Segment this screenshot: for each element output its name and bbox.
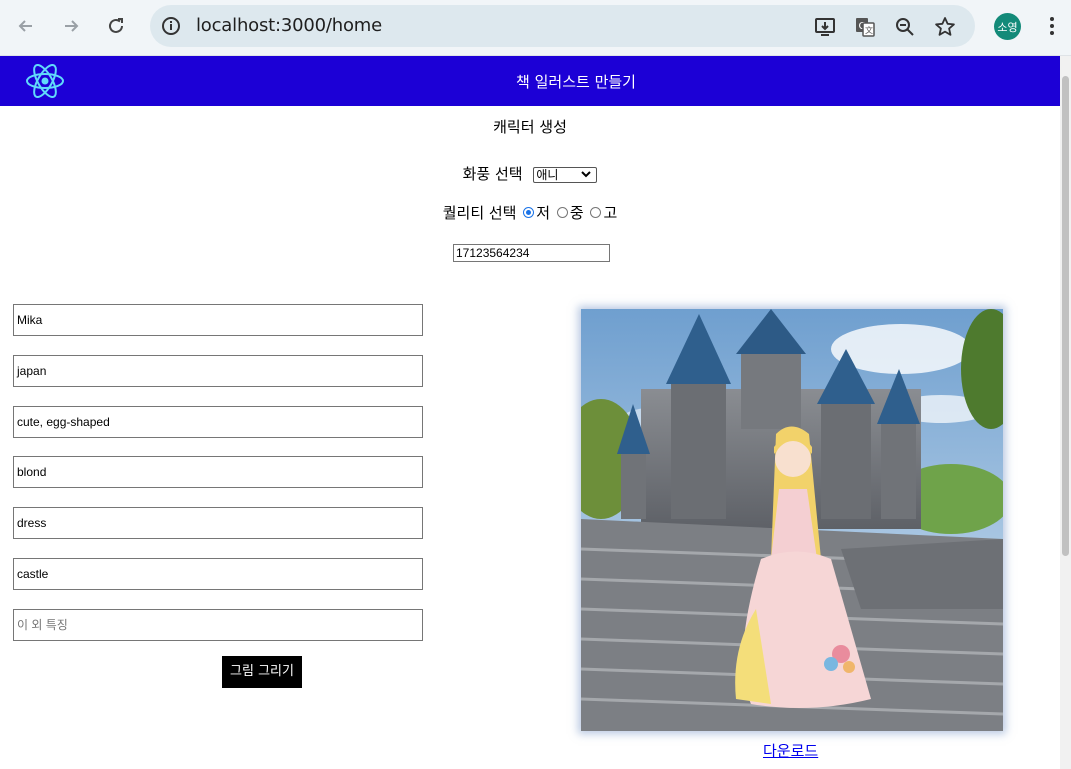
site-info-icon[interactable]: [160, 15, 182, 37]
app-header: 책 일러스트 만들기: [0, 56, 1060, 106]
reload-button[interactable]: [102, 12, 130, 40]
translate-icon[interactable]: G 文: [853, 15, 877, 39]
style-select[interactable]: 애니: [533, 166, 598, 183]
seed-input[interactable]: 17123564234: [453, 244, 610, 262]
style-select-row: 화풍 선택 애니: [0, 163, 1060, 184]
address-bar[interactable]: localhost:3000/home G 文: [150, 5, 975, 47]
scrollbar-thumb[interactable]: [1062, 76, 1069, 556]
quality-option-low: 저: [536, 204, 551, 222]
chevron-down-icon: [581, 169, 592, 183]
page-content: 책 일러스트 만들기 캐릭터 생성 화풍 선택 애니 퀄리티 선택 저 중 고 …: [0, 56, 1060, 769]
character-origin-input[interactable]: japan: [13, 355, 423, 387]
browser-toolbar: localhost:3000/home G 文: [0, 0, 1071, 56]
extra-features-input[interactable]: 이 외 특징: [13, 609, 423, 641]
profile-avatar[interactable]: 소영: [994, 13, 1021, 40]
section-title: 캐릭터 생성: [493, 118, 567, 136]
bookmark-star-icon[interactable]: [933, 15, 957, 39]
character-name-input[interactable]: Mika: [13, 304, 423, 336]
app-title: 책 일러스트 만들기: [516, 73, 636, 91]
more-vert-icon: [1050, 17, 1054, 35]
install-app-icon[interactable]: [813, 15, 837, 39]
back-button[interactable]: [12, 12, 40, 40]
character-appearance-input[interactable]: cute, egg-shaped: [13, 406, 423, 438]
forward-button[interactable]: [57, 12, 85, 40]
quality-select-row: 퀄리티 선택 저 중 고: [0, 202, 1060, 223]
character-hair-input[interactable]: blond: [13, 456, 423, 488]
url-text[interactable]: localhost:3000/home: [196, 15, 382, 36]
character-background-input[interactable]: castle: [13, 558, 423, 590]
quality-radio-low[interactable]: [523, 207, 535, 218]
character-clothing-input[interactable]: dress: [13, 507, 423, 539]
draw-button[interactable]: 그림 그리기: [222, 656, 302, 688]
reload-icon: [109, 18, 123, 33]
arrow-left-icon: [18, 20, 32, 32]
quality-radio-high[interactable]: [590, 207, 602, 218]
generated-illustration: [581, 309, 1003, 731]
style-select-value: 애니: [536, 167, 559, 182]
arrow-right-icon: [65, 20, 79, 32]
quality-option-high: 고: [603, 204, 618, 222]
quality-label: 퀄리티 선택: [442, 204, 517, 222]
quality-option-mid: 중: [569, 204, 584, 222]
svg-text:文: 文: [865, 25, 873, 35]
page-scrollbar[interactable]: [1060, 56, 1071, 769]
browser-menu-button[interactable]: [1040, 14, 1064, 38]
download-link[interactable]: 다운로드: [763, 740, 818, 761]
quality-radio-mid[interactable]: [556, 207, 568, 218]
style-label: 화풍 선택: [462, 165, 523, 183]
zoom-out-icon[interactable]: [893, 15, 917, 39]
